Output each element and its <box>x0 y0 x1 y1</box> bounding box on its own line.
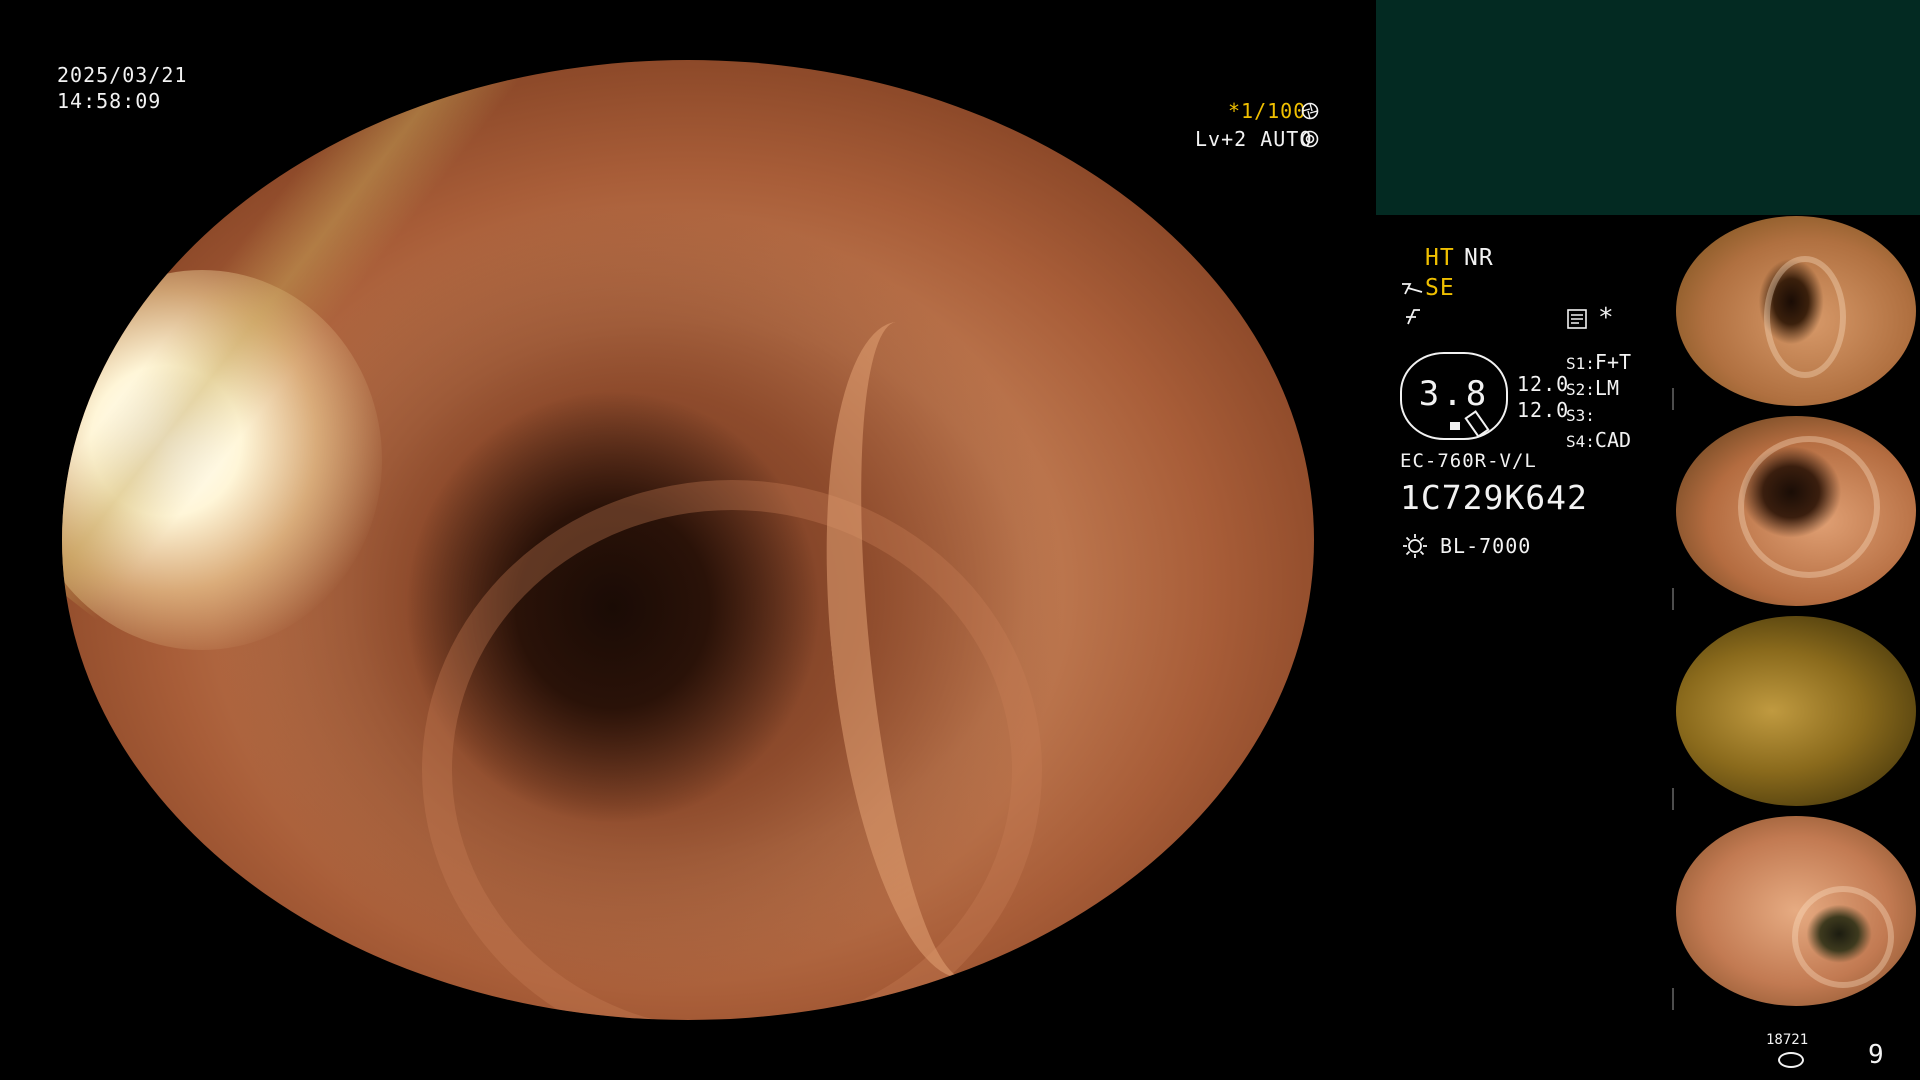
thumbnail-fold <box>1764 256 1846 378</box>
thumbnail-stamp <box>1672 988 1714 1010</box>
capture-thumbnail-2[interactable] <box>1672 416 1920 612</box>
switch-1: S1:F+T <box>1566 350 1632 374</box>
switch-list: S1:F+T S2:LM S3: S4:CAD <box>1566 350 1631 454</box>
structure-enhancement-icon <box>1402 283 1423 295</box>
iris-icon <box>1301 130 1319 148</box>
thumbnail-image <box>1676 616 1916 806</box>
zoom-mark <box>1450 422 1460 430</box>
aperture-icon <box>1301 102 1319 120</box>
date-label: 2025/03/21 <box>57 63 188 87</box>
light-source-model: BL-7000 <box>1440 534 1532 558</box>
switch-2: S2:LM <box>1566 376 1619 400</box>
shutter-speed: *1/100 <box>1228 99 1307 123</box>
se-mode: SE <box>1425 275 1455 301</box>
nr-mode: NR <box>1464 245 1494 271</box>
thumbnail-stamp <box>1672 588 1714 610</box>
capture-thumbnail-4[interactable] <box>1672 816 1920 1012</box>
thumbnail-fold <box>1738 436 1880 578</box>
zoom-indicator: 3.8 <box>1400 352 1508 440</box>
switch-3: S3: <box>1566 406 1595 425</box>
storage-count: 18721 <box>1766 1032 1809 1048</box>
thumbnail-fold <box>1792 886 1894 988</box>
light-source-icon <box>1403 534 1427 558</box>
scope-model: EC-760R-V/L <box>1400 450 1537 472</box>
asterisk-icon: * <box>1598 303 1615 333</box>
thumbnail-stamp <box>1672 388 1714 410</box>
color-mode-icon <box>1406 309 1420 325</box>
time-label: 14:58:09 <box>57 89 162 113</box>
capture-count: 9 <box>1868 1040 1884 1070</box>
storage-disk-icon <box>1778 1052 1804 1068</box>
endoscope-live-view <box>62 60 1314 1020</box>
record-icon <box>1567 309 1587 329</box>
ht-mode: HT <box>1425 245 1455 271</box>
thumbnail-stamp <box>1672 788 1714 810</box>
zoom-needle <box>1464 410 1490 438</box>
scope-serial: 1C729K642 <box>1400 478 1588 517</box>
zoom-value: 3.8 <box>1418 374 1490 414</box>
zoom-mark-a: 12.0 <box>1517 372 1570 396</box>
zoom-mark-b: 12.0 <box>1517 398 1570 422</box>
capture-thumbnail-3[interactable] <box>1672 616 1920 812</box>
info-panel-header <box>1376 0 1920 215</box>
switch-4: S4:CAD <box>1566 428 1632 452</box>
level-auto: Lv+2 AUTO <box>1195 127 1313 151</box>
capture-thumbnail-1[interactable] <box>1672 216 1920 412</box>
